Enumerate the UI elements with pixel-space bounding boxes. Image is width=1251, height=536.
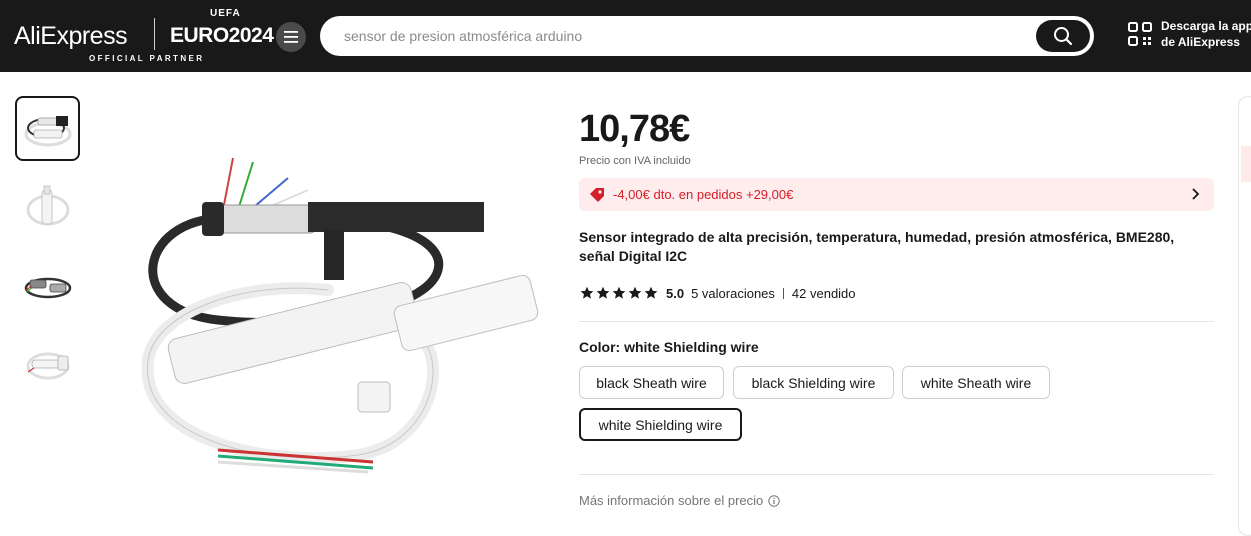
qr-code-icon <box>1128 22 1152 46</box>
star-icon <box>612 286 626 299</box>
star-icon <box>596 286 610 299</box>
sensor-thumbnail-image <box>26 352 69 379</box>
sensor-thumbnail-image <box>24 277 71 298</box>
thumbnail-2[interactable] <box>15 174 80 239</box>
sold-count: 42 vendido <box>791 285 856 301</box>
menu-button[interactable] <box>276 22 306 52</box>
search-input[interactable]: sensor de presion atmosférica arduino <box>344 28 582 44</box>
official-partner-text: OFFICIAL PARTNER <box>89 54 205 63</box>
product-price: 10,78€ <box>579 108 690 150</box>
more-price-info-text: Más información sobre el precio <box>579 493 764 508</box>
divider <box>579 321 1214 322</box>
hamburger-icon <box>284 31 298 43</box>
color-option-label: black Shielding wire <box>751 374 876 391</box>
color-label: Color: white Shielding wire <box>579 339 759 355</box>
thumbnail-4[interactable] <box>15 330 80 395</box>
sensor-thumbnail-image <box>24 115 71 146</box>
app-download-line2: de AliExpress <box>1161 35 1240 49</box>
sensor-thumbnail-image <box>26 185 69 225</box>
search-button[interactable] <box>1036 20 1090 52</box>
search-icon <box>1054 27 1073 46</box>
search-bar[interactable]: sensor de presion atmosférica arduino <box>320 16 1094 56</box>
color-option-label: white Sheath wire <box>920 374 1032 391</box>
color-option-white-sheath[interactable]: white Sheath wire <box>902 366 1050 399</box>
product-title: Sensor integrado de alta precisión, temp… <box>579 229 1175 264</box>
side-panel-accent <box>1241 146 1251 182</box>
coupon-banner[interactable]: -4,00€ dto. en pedidos +29,00€ <box>579 178 1214 211</box>
rating-score: 5.0 <box>666 285 685 301</box>
info-icon <box>768 494 780 507</box>
thumbnail-3[interactable] <box>15 252 80 317</box>
logo-text: AliExpress <box>14 22 128 50</box>
price-vat-note: Precio con IVA incluido <box>579 155 691 167</box>
coupon-text: -4,00€ dto. en pedidos +29,00€ <box>613 187 794 202</box>
aliexpress-logo[interactable]: AliExpress <box>14 22 128 51</box>
divider <box>579 474 1214 475</box>
logo-block[interactable]: AliExpress UEFA EURO2024 OFFICIAL PARTNE… <box>14 8 276 63</box>
color-option-black-shielding[interactable]: black Shielding wire <box>733 366 894 399</box>
thumbnail-1[interactable] <box>15 96 80 161</box>
more-price-info-link[interactable]: Más información sobre el precio <box>579 493 780 508</box>
star-icon <box>644 286 658 299</box>
app-download-line1: Descarga la app <box>1161 19 1251 33</box>
star-icon <box>628 286 642 299</box>
review-count[interactable]: 5 valoraciones <box>691 286 775 301</box>
app-download-link[interactable]: Descarga la app de AliExpress <box>1128 18 1251 52</box>
star-icon <box>580 286 594 299</box>
main-product-image[interactable] <box>128 150 548 480</box>
euro2024-logo: EURO2024 <box>170 24 274 47</box>
app-download-text: Descarga la app de AliExpress <box>1161 18 1251 50</box>
color-option-label: black Sheath wire <box>596 374 707 391</box>
top-header: AliExpress UEFA EURO2024 OFFICIAL PARTNE… <box>0 0 1251 72</box>
chevron-right-icon <box>1192 188 1200 200</box>
rating-separator <box>782 287 784 299</box>
color-option-black-sheath[interactable]: black Sheath wire <box>579 366 724 399</box>
logo-divider <box>154 18 155 50</box>
star-rating <box>580 286 658 300</box>
rating-row[interactable]: 5.0 5 valoraciones 42 vendido <box>580 284 856 302</box>
color-option-label: white Shielding wire <box>598 416 723 433</box>
tag-icon <box>590 188 604 202</box>
uefa-text: UEFA <box>210 8 241 19</box>
color-option-white-shielding[interactable]: white Shielding wire <box>579 408 742 441</box>
